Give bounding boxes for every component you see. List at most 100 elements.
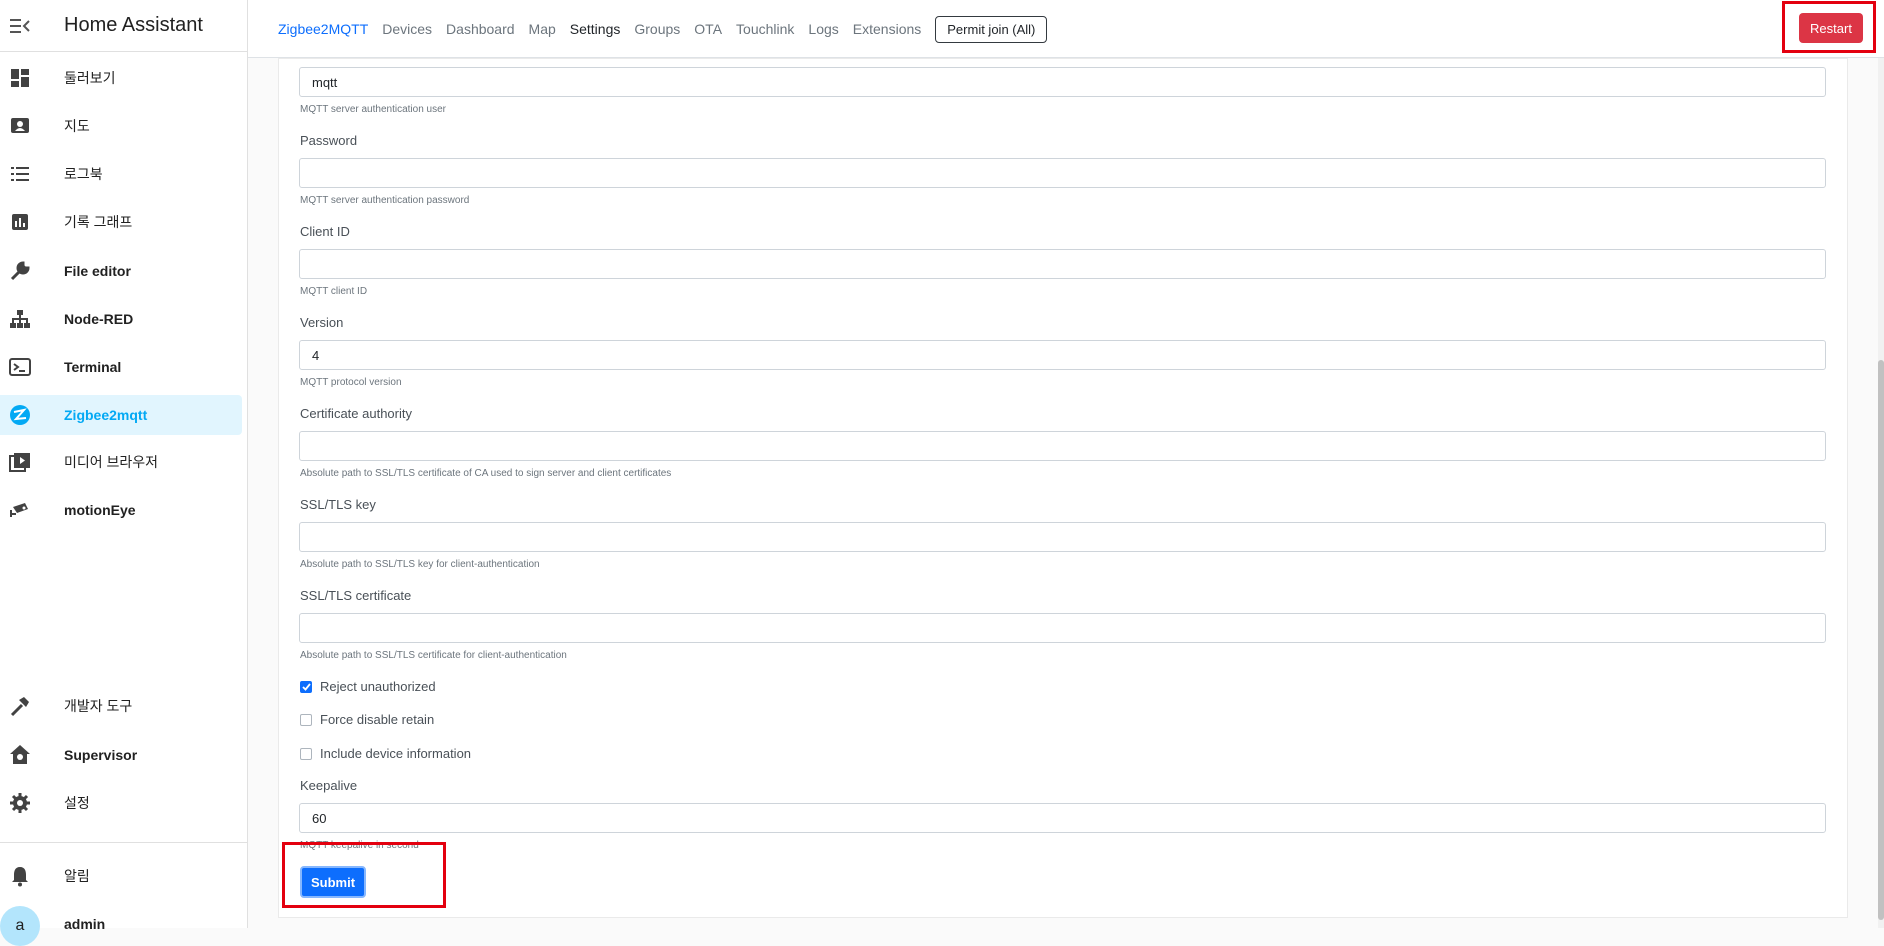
avatar-initial: a	[15, 917, 25, 934]
sidebar-item-label: Supervisor	[64, 747, 138, 763]
sidebar-item-label: Zigbee2mqtt	[64, 407, 148, 423]
keepalive-value: 60	[312, 810, 327, 826]
password-field[interactable]	[299, 158, 1826, 188]
keepalive-label: Keepalive	[300, 778, 358, 793]
sidebar-item-label: File editor	[64, 263, 131, 279]
password-label: Password	[300, 133, 358, 148]
client-id-help: MQTT client ID	[300, 286, 368, 297]
logbook-icon	[8, 162, 32, 186]
client-id-label: Client ID	[300, 224, 350, 239]
mqtt-user-field[interactable]: mqtt	[299, 67, 1826, 97]
password-help: MQTT server authentication password	[300, 195, 470, 206]
sidebar-item-overview[interactable]: 둘러보기	[0, 58, 242, 98]
include-device-info-label: Include device information	[320, 746, 472, 761]
version-label: Version	[300, 315, 344, 330]
sidebar-item-file-editor[interactable]: File editor	[0, 251, 242, 291]
checkbox-unchecked[interactable]	[300, 747, 312, 760]
nav-link-groups[interactable]: Groups	[634, 21, 680, 37]
reject-unauthorized-checkbox[interactable]: Reject unauthorized	[300, 679, 436, 694]
nav-link-map[interactable]: Map	[529, 21, 556, 37]
permit-join-button[interactable]: Permit join (All)	[935, 15, 1048, 43]
menu-toggle-icon[interactable]	[10, 16, 30, 36]
gear-icon	[8, 791, 32, 815]
zigbee-icon	[8, 403, 32, 427]
history-chart-icon	[8, 210, 32, 234]
nav-link-dashboard[interactable]: Dashboard	[446, 21, 515, 37]
top-navbar: Zigbee2MQTT Devices Dashboard Map Settin…	[248, 0, 1884, 58]
force-disable-retain-label: Force disable retain	[320, 712, 435, 727]
client-id-field[interactable]	[299, 249, 1826, 279]
sidebar-divider	[0, 842, 248, 843]
reject-unauthorized-label: Reject unauthorized	[320, 679, 436, 694]
sidebar: Home Assistant 둘러보기 지도 로그북 기록 그래프 File e…	[0, 0, 248, 946]
keepalive-field[interactable]: 60	[299, 803, 1826, 833]
nav-link-touchlink[interactable]: Touchlink	[736, 21, 794, 37]
sidebar-item-motioneye[interactable]: motionEye	[0, 490, 242, 530]
nav-link-devices[interactable]: Devices	[382, 21, 432, 37]
sidebar-item-supervisor[interactable]: Supervisor	[0, 735, 242, 775]
sidebar-item-settings[interactable]: 설정	[0, 783, 242, 823]
media-icon	[8, 450, 32, 474]
nav-links: Zigbee2MQTT Devices Dashboard Map Settin…	[278, 0, 1048, 58]
submit-button[interactable]: Submit	[300, 866, 366, 898]
dashboard-icon	[8, 66, 32, 90]
sidebar-item-history[interactable]: 기록 그래프	[0, 202, 242, 242]
sidebar-item-node-red[interactable]: Node-RED	[0, 299, 242, 339]
sidebar-item-label: Node-RED	[64, 311, 134, 327]
restart-button[interactable]: Restart	[1799, 13, 1863, 43]
sidebar-item-label: 로그북	[64, 166, 103, 182]
sidebar-item-media-browser[interactable]: 미디어 브라우저	[0, 442, 242, 482]
user-name[interactable]: admin	[64, 916, 105, 932]
sidebar-item-terminal[interactable]: Terminal	[0, 347, 242, 387]
nav-brand[interactable]: Zigbee2MQTT	[278, 21, 368, 37]
include-device-info-checkbox[interactable]: Include device information	[300, 746, 471, 761]
ssl-key-label: SSL/TLS key	[300, 497, 376, 512]
nav-link-settings[interactable]: Settings	[570, 21, 621, 37]
hammer-icon	[8, 694, 32, 718]
ca-field[interactable]	[299, 431, 1826, 461]
force-disable-retain-checkbox[interactable]: Force disable retain	[300, 712, 434, 727]
app-title: Home Assistant	[64, 14, 203, 36]
checkbox-checked[interactable]	[300, 680, 312, 693]
sidebar-item-label: 설정	[64, 795, 90, 811]
keepalive-help: MQTT keepalive in second	[300, 840, 419, 851]
sidebar-header: Home Assistant	[0, 0, 247, 52]
mqtt-user-help: MQTT server authentication user	[300, 104, 446, 115]
nav-link-ota[interactable]: OTA	[694, 21, 722, 37]
checkbox-unchecked[interactable]	[300, 713, 312, 726]
bell-icon	[8, 864, 32, 888]
ssl-key-field[interactable]	[299, 522, 1826, 552]
sidebar-item-label: Terminal	[64, 359, 122, 375]
scrollbar-thumb[interactable]	[1878, 360, 1884, 920]
mqtt-user-value: mqtt	[312, 74, 338, 90]
sidebar-item-label: 개발자 도구	[64, 698, 133, 714]
sidebar-item-label: 지도	[64, 118, 90, 134]
map-icon	[8, 114, 32, 138]
sidebar-item-logbook[interactable]: 로그북	[0, 154, 242, 194]
ca-label: Certificate authority	[300, 406, 412, 421]
nav-link-logs[interactable]: Logs	[808, 21, 838, 37]
version-field[interactable]: 4	[299, 340, 1826, 370]
sidebar-item-label: 기록 그래프	[64, 214, 133, 230]
home-assistant-icon	[8, 743, 32, 767]
avatar[interactable]: a	[0, 906, 40, 946]
sidebar-item-label: 알림	[64, 868, 90, 884]
ssl-key-help: Absolute path to SSL/TLS key for client-…	[300, 559, 540, 570]
nav-link-extensions[interactable]: Extensions	[853, 21, 921, 37]
sidebar-item-notifications[interactable]: 알림	[0, 856, 242, 896]
sidebar-item-zigbee2mqtt[interactable]: Zigbee2mqtt	[0, 395, 242, 435]
sidebar-item-label: motionEye	[64, 502, 136, 518]
ssl-cert-field[interactable]	[299, 613, 1826, 643]
camera-icon	[8, 498, 32, 522]
console-icon	[8, 355, 32, 379]
sidebar-item-map[interactable]: 지도	[0, 106, 242, 146]
ssl-cert-help: Absolute path to SSL/TLS certificate for…	[300, 650, 567, 661]
version-help: MQTT protocol version	[300, 377, 402, 388]
version-value: 4	[312, 347, 320, 363]
wrench-icon	[8, 259, 32, 283]
sidebar-item-developer-tools[interactable]: 개발자 도구	[0, 686, 242, 726]
sidebar-item-label: 둘러보기	[64, 70, 116, 86]
ca-help: Absolute path to SSL/TLS certificate of …	[300, 468, 672, 479]
ssl-cert-label: SSL/TLS certificate	[300, 588, 412, 603]
sidebar-item-label: 미디어 브라우저	[64, 454, 159, 470]
